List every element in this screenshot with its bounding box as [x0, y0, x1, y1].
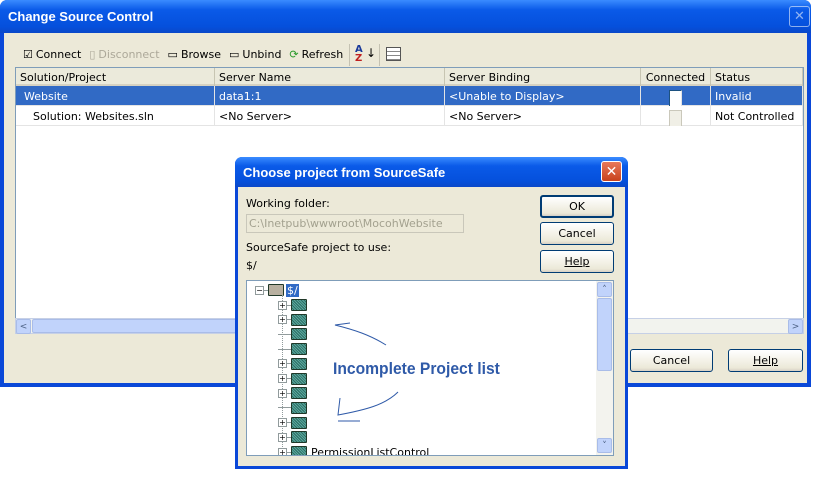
annotation-text: Incomplete Project list: [333, 359, 500, 378]
arrow-down: [337, 391, 399, 422]
annotation-arrows: [334, 322, 399, 422]
arrow-up: [334, 322, 387, 346]
